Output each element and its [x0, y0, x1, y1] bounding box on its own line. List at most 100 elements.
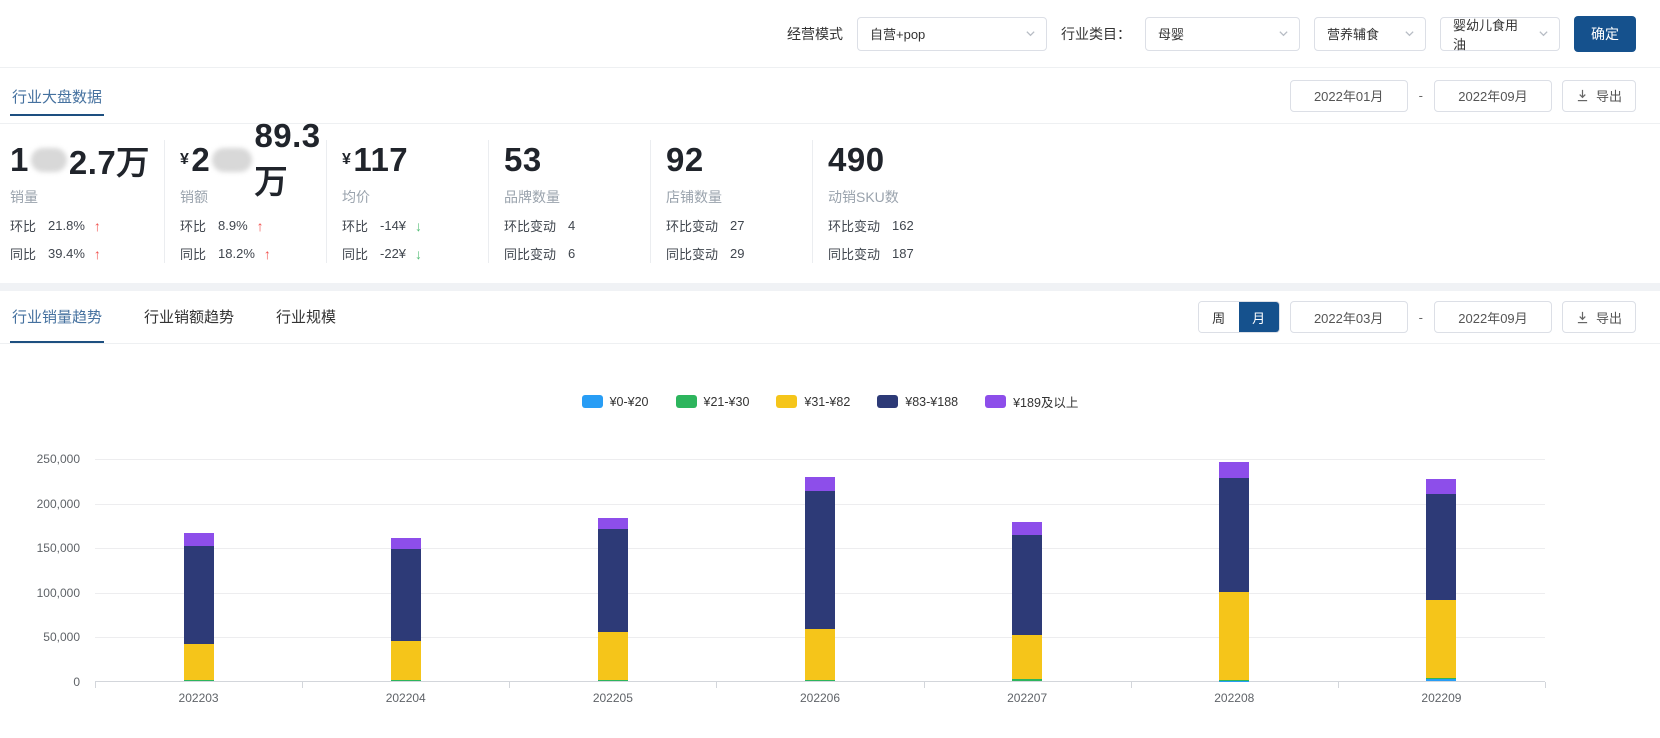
kpi-label: 均价	[342, 189, 370, 205]
chart-legend: ¥0-¥20 ¥21-¥30 ¥31-¥82 ¥83-¥188 ¥189及以上	[0, 392, 1660, 411]
y-axis-tick-label: 200,000	[36, 496, 80, 511]
kpi-stat-yoy: 同比变动 29	[666, 244, 812, 263]
mode-select[interactable]: 自营+pop	[857, 16, 1047, 51]
y-axis-tick-label: 250,000	[36, 452, 80, 466]
kpi-label: 销量	[10, 189, 38, 205]
bar-segment	[805, 476, 835, 492]
overview-export-label: 导出	[1595, 89, 1622, 104]
masked-value-blur	[212, 148, 253, 172]
arrow-up-icon: ↑	[93, 245, 101, 262]
confirm-button[interactable]: 确定	[1574, 15, 1636, 52]
filter-bar: 经营模式 自营+pop 行业类目： 母婴 营养辅食 婴幼儿食用油 确定	[0, 0, 1660, 68]
legend-item[interactable]: ¥31-¥82	[776, 392, 850, 411]
section-divider	[0, 283, 1660, 291]
legend-swatch-icon	[985, 395, 1007, 408]
kpi-value: ¥2 89.3万	[180, 117, 326, 200]
bar-segment	[1426, 479, 1457, 494]
subcategory-select-value: 营养辅食	[1327, 27, 1380, 42]
overview-date-start[interactable]: 2022年01月	[1289, 79, 1408, 112]
stat-key: 同比变动	[504, 247, 557, 262]
bar-segment	[1012, 534, 1043, 635]
kpi-card-sales-volume: 1 2.7万 销量 环比 21.8% ↑ 同比 39.4% ↑	[10, 140, 164, 263]
category-select[interactable]: 母婴	[1145, 16, 1300, 51]
period-month-option[interactable]: 月	[1238, 302, 1279, 332]
x-axis-tick	[1545, 682, 1546, 688]
kpi-value-text: 92	[666, 141, 704, 178]
kpi-stat-mom: 环比变动 4	[504, 216, 650, 235]
overview-title[interactable]: 行业大盘数据	[10, 76, 105, 116]
stat-key: 同比	[342, 247, 369, 262]
leaf-category-select-value: 婴幼儿食用油	[1453, 17, 1519, 52]
chevron-down-icon	[1538, 28, 1549, 39]
kpi-label: 动销SKU数	[828, 189, 899, 205]
kpi-row: 1 2.7万 销量 环比 21.8% ↑ 同比 39.4% ↑ ¥2 89.3万 销…	[0, 117, 1660, 283]
download-icon	[1576, 311, 1589, 324]
bar-segment	[183, 644, 214, 680]
bar-segment	[805, 491, 835, 630]
y-axis-tick-label: 100,000	[36, 585, 80, 600]
stat-value: -22¥	[380, 246, 407, 261]
x-axis-tick	[923, 682, 925, 688]
tab-industry-scale[interactable]: 行业规模	[274, 291, 338, 343]
x-axis-tick-label: 202204	[385, 691, 426, 705]
x-axis-tick-label: 202209	[1421, 691, 1462, 705]
legend-item[interactable]: ¥0-¥20	[581, 392, 649, 411]
chevron-down-icon	[1025, 28, 1036, 39]
bar-segment	[183, 533, 214, 546]
legend-label: ¥83-¥188	[905, 394, 959, 409]
bar-segment	[1012, 634, 1043, 680]
kpi-card-brand-count: 53 品牌数量 环比变动 4 同比变动 6	[488, 140, 650, 263]
trend-export-button[interactable]: 导出	[1561, 301, 1636, 333]
trend-date-end[interactable]: 2022年09月	[1433, 301, 1552, 333]
tab-industry-sales-volume-trend[interactable]: 行业销量趋势	[10, 291, 105, 343]
kpi-value-text: 53	[504, 141, 542, 178]
kpi-stat-yoy: 同比变动 6	[504, 244, 650, 263]
overview-export-button[interactable]: 导出	[1561, 79, 1636, 112]
tab-industry-sales-amount-trend[interactable]: 行业销额趋势	[142, 291, 236, 343]
legend-item[interactable]: ¥189及以上	[985, 392, 1078, 411]
arrow-up-icon: ↑	[93, 217, 101, 234]
trend-header: 行业销量趋势 行业销额趋势 行业规模 周 月 2022年03月 - 2022年0…	[0, 291, 1660, 344]
kpi-value-text: 1	[10, 141, 29, 178]
subcategory-select[interactable]: 营养辅食	[1314, 16, 1426, 51]
legend-label: ¥31-¥82	[804, 394, 851, 409]
kpi-value-text: 490	[828, 141, 885, 178]
trend-export-label: 导出	[1595, 310, 1622, 326]
overview-date-end[interactable]: 2022年09月	[1433, 79, 1552, 112]
stat-value: -14¥	[380, 218, 407, 233]
stat-value: 8.9%	[218, 218, 248, 233]
stat-value: 162	[892, 218, 914, 233]
stat-key: 同比变动	[828, 247, 881, 262]
bar-202207	[1012, 522, 1043, 681]
stat-key: 环比	[10, 219, 37, 234]
bar-segment	[183, 545, 214, 644]
kpi-value-text: 2	[191, 141, 211, 178]
x-axis-tick-label: 202206	[799, 691, 841, 705]
kpi-stat-yoy: 同比变动 187	[828, 244, 1032, 263]
leaf-category-select[interactable]: 婴幼儿食用油	[1440, 16, 1560, 52]
stat-value: 27	[730, 218, 745, 233]
kpi-stat-mom: 环比变动 27	[666, 216, 812, 235]
bar-segment	[597, 517, 628, 530]
stat-key: 环比变动	[828, 219, 881, 234]
trend-date-start[interactable]: 2022年03月	[1289, 301, 1408, 333]
bar-segment	[805, 629, 835, 681]
stat-value: 6	[568, 246, 576, 261]
kpi-card-active-sku-count: 490 动销SKU数 环比变动 162 同比变动 187	[812, 140, 1032, 263]
bar-segment	[1219, 592, 1250, 680]
y-axis-tick-label: 0	[73, 675, 80, 689]
kpi-value: 53	[504, 140, 650, 180]
legend-item[interactable]: ¥21-¥30	[675, 392, 749, 411]
bar-segment	[1219, 462, 1250, 479]
legend-item[interactable]: ¥83-¥188	[877, 392, 958, 411]
y-axis-tick-label: 150,000	[36, 541, 80, 556]
arrow-up-icon: ↑	[256, 217, 264, 234]
trend-tabs: 行业销量趋势 行业销额趋势 行业规模	[10, 291, 338, 343]
x-axis-tick-label: 202205	[592, 691, 633, 705]
bar-segment	[183, 679, 214, 681]
kpi-value-text: 2.7万	[68, 144, 150, 181]
x-axis-tick	[302, 682, 304, 688]
legend-label: ¥0-¥20	[609, 394, 649, 409]
date-range-separator: -	[1418, 88, 1423, 103]
period-week-option[interactable]: 周	[1198, 302, 1239, 332]
